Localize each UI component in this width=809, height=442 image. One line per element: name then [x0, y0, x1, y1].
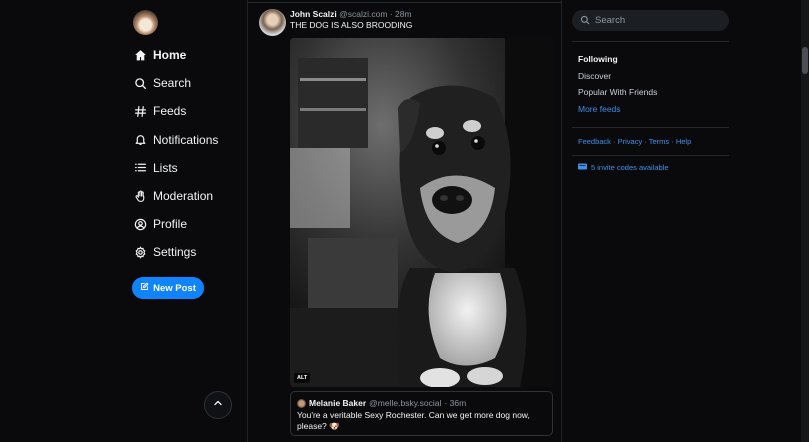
feed-link-discover[interactable]: Discover — [578, 71, 657, 88]
chevron-up-icon — [212, 396, 224, 414]
nav-item-notifications[interactable]: Notifications — [133, 126, 243, 154]
quoted-post-header: Melanie Baker @melle.bsky.social · 36m — [297, 398, 546, 408]
help-link[interactable]: Help — [676, 137, 691, 146]
post-author-handle[interactable]: @scalzi.com — [339, 9, 387, 19]
nav-item-lists[interactable]: Lists — [133, 154, 243, 182]
separator: · — [669, 137, 676, 146]
nav-item-profile[interactable]: Profile — [133, 210, 243, 238]
feedback-link[interactable]: Feedback — [578, 137, 611, 146]
divider — [572, 127, 729, 128]
left-nav: Home Search Feeds Notifications Lists Mo… — [0, 0, 247, 442]
post-text: THE DOG IS ALSO BROODING — [290, 20, 413, 30]
separator: · — [610, 137, 618, 146]
post-header: John Scalzi @scalzi.com · 28m — [290, 9, 412, 19]
nav-item-feeds[interactable]: Feeds — [133, 97, 243, 125]
search-input[interactable] — [595, 15, 715, 26]
quoted-post[interactable]: Melanie Baker @melle.bsky.social · 36m Y… — [290, 391, 553, 436]
new-post-label: New Post — [153, 282, 196, 294]
nav-item-search[interactable]: Search — [133, 69, 243, 97]
feed-link-following[interactable]: Following — [578, 54, 657, 71]
list-icon — [133, 161, 147, 175]
privacy-link[interactable]: Privacy — [618, 137, 643, 146]
quoted-timestamp: · 36m — [444, 398, 467, 408]
more-feeds-link[interactable]: More feeds — [578, 104, 657, 121]
post-author-name[interactable]: John Scalzi — [290, 9, 337, 19]
invite-codes-label: 5 invite codes available — [591, 163, 669, 172]
nav-label: Notifications — [153, 132, 219, 147]
post-author-avatar[interactable] — [259, 9, 286, 36]
quoted-post-text: You're a veritable Sexy Rochester. Can w… — [297, 410, 530, 431]
terms-link[interactable]: Terms — [649, 137, 669, 146]
footer-links: Feedback · Privacy · Terms · Help — [578, 137, 691, 146]
divider — [572, 155, 729, 156]
user-circle-icon — [133, 217, 147, 231]
nav-item-moderation[interactable]: Moderation — [133, 182, 243, 210]
hash-icon — [133, 104, 147, 118]
nav-label: Feeds — [153, 104, 187, 119]
post-timestamp[interactable]: · 28m — [390, 9, 412, 19]
quoted-author-avatar — [297, 398, 306, 408]
feed-column: John Scalzi @scalzi.com · 28m THE DOG IS… — [247, 0, 562, 442]
bell-icon — [133, 133, 147, 147]
nav-label: Settings — [153, 245, 197, 260]
nav-label: Home — [153, 48, 187, 63]
ticket-icon — [578, 163, 587, 172]
nav-label: Profile — [153, 217, 188, 232]
feed-links: Following Discover Popular With Friends … — [578, 54, 657, 121]
scrollbar-thumb[interactable] — [802, 47, 808, 74]
search-icon — [133, 76, 147, 90]
my-avatar[interactable] — [133, 10, 158, 35]
nav-list: Home Search Feeds Notifications Lists Mo… — [133, 41, 243, 267]
feed-divider — [248, 2, 561, 3]
compose-icon — [140, 282, 149, 294]
nav-item-home[interactable]: Home — [133, 41, 243, 69]
alt-text-badge[interactable]: ALT — [294, 373, 311, 383]
nav-label: Lists — [153, 160, 178, 175]
hand-icon — [133, 189, 147, 203]
gear-icon — [133, 245, 147, 259]
home-icon — [133, 48, 147, 62]
page-scrollbar[interactable] — [801, 0, 809, 442]
quoted-author-handle: @melle.bsky.social — [369, 398, 442, 408]
nav-label: Search — [153, 76, 192, 91]
right-sidebar: Following Discover Popular With Friends … — [572, 0, 729, 442]
dog-photo — [290, 38, 553, 387]
post-image[interactable]: ALT — [290, 38, 553, 387]
nav-item-settings[interactable]: Settings — [133, 238, 243, 266]
invite-codes-link[interactable]: 5 invite codes available — [578, 163, 669, 172]
nav-label: Moderation — [153, 189, 214, 204]
search-icon — [580, 12, 590, 30]
new-post-button[interactable]: New Post — [132, 277, 204, 299]
scroll-to-top-button[interactable] — [204, 391, 232, 419]
divider — [572, 41, 729, 42]
quoted-author-name: Melanie Baker — [309, 398, 367, 408]
feed-link-popular-with-friends[interactable]: Popular With Friends — [578, 87, 657, 104]
search-box[interactable] — [572, 10, 729, 31]
